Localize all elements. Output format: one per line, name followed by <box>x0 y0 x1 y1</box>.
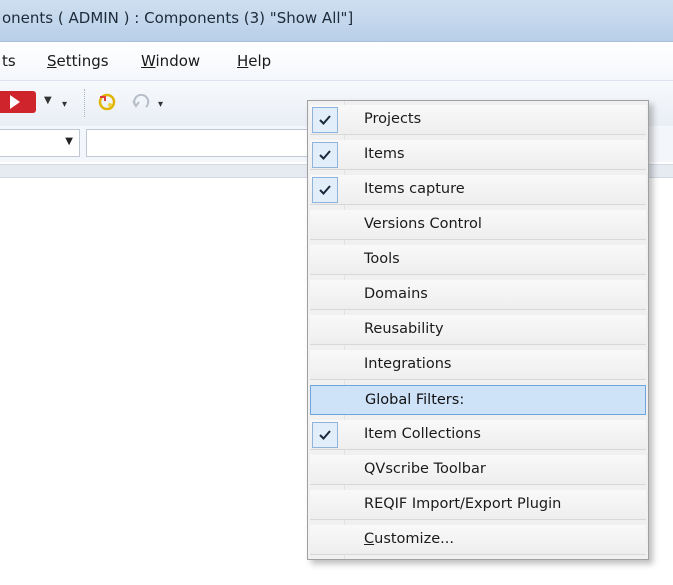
undo-icon[interactable] <box>130 91 152 113</box>
menu-item-label: Integrations <box>364 356 452 372</box>
overflow-chevron-icon[interactable]: ▾ <box>158 99 163 110</box>
title-bar: onents ( ADMIN ) : Components (3) "Show … <box>0 0 673 42</box>
menu-item-label: REQIF Import/Export Plugin <box>364 496 562 512</box>
toolbars-context-menu: Projects Items Items capture Versions Contr… <box>307 100 649 560</box>
checkmark-icon <box>312 422 338 448</box>
menu-item-reqif-import-export-plugin[interactable]: REQIF Import/Export Plugin <box>310 490 646 520</box>
checkmark-icon <box>312 177 338 203</box>
dropdown-arrow-icon[interactable]: ▼ <box>44 95 52 106</box>
menu-item-label: Items <box>364 146 405 162</box>
menu-item-items-capture[interactable]: Items capture <box>310 175 646 205</box>
menu-item-label: Customize... <box>364 531 454 547</box>
menu-item-customize[interactable]: Customize... <box>310 525 646 555</box>
overflow-chevron-icon[interactable]: ▾ <box>62 99 67 110</box>
menu-item-label: Item Collections <box>364 426 481 442</box>
checkmark-icon <box>312 107 338 133</box>
menu-item-label: Reusability <box>364 321 444 337</box>
menu-item-settings[interactable]: Settings <box>47 52 109 70</box>
menu-item-projects[interactable]: Projects <box>310 105 646 135</box>
menu-item-help[interactable]: Help <box>237 52 271 70</box>
menu-item-item-collections[interactable]: Item Collections <box>310 420 646 450</box>
menu-item-label: Items capture <box>364 181 465 197</box>
menu-item-global-filters[interactable]: Global Filters: <box>310 385 646 415</box>
menu-item-partial[interactable]: ts <box>2 52 16 70</box>
menu-item-items[interactable]: Items <box>310 140 646 170</box>
menu-item-label: Global Filters: <box>365 392 465 408</box>
menu-item-label: QVscribe Toolbar <box>364 461 486 477</box>
menu-item-versions-control[interactable]: Versions Control <box>310 210 646 240</box>
menu-item-reusability[interactable]: Reusability <box>310 315 646 345</box>
filter-input[interactable] <box>86 129 316 157</box>
window-title: onents ( ADMIN ) : Components (3) "Show … <box>2 9 354 27</box>
checkmark-icon <box>312 142 338 168</box>
toolbar-separator <box>84 89 85 117</box>
run-icon[interactable] <box>0 91 36 113</box>
menu-item-label: Versions Control <box>364 216 482 232</box>
menu-item-label: Domains <box>364 286 428 302</box>
menu-item-tools[interactable]: Tools <box>310 245 646 275</box>
menu-bar: ts Settings Window Help <box>0 42 673 80</box>
menu-item-integrations[interactable]: Integrations <box>310 350 646 380</box>
menu-item-label: Tools <box>364 251 400 267</box>
menu-item-window[interactable]: Window <box>141 52 200 70</box>
navigate-icon[interactable] <box>96 91 118 113</box>
menu-item-label: Projects <box>364 111 422 127</box>
filter-combo[interactable]: ▼ <box>0 129 80 157</box>
menu-item-domains[interactable]: Domains <box>310 280 646 310</box>
menu-item-qvscribe-toolbar[interactable]: QVscribe Toolbar <box>310 455 646 485</box>
chevron-down-icon[interactable]: ▼ <box>65 136 73 147</box>
